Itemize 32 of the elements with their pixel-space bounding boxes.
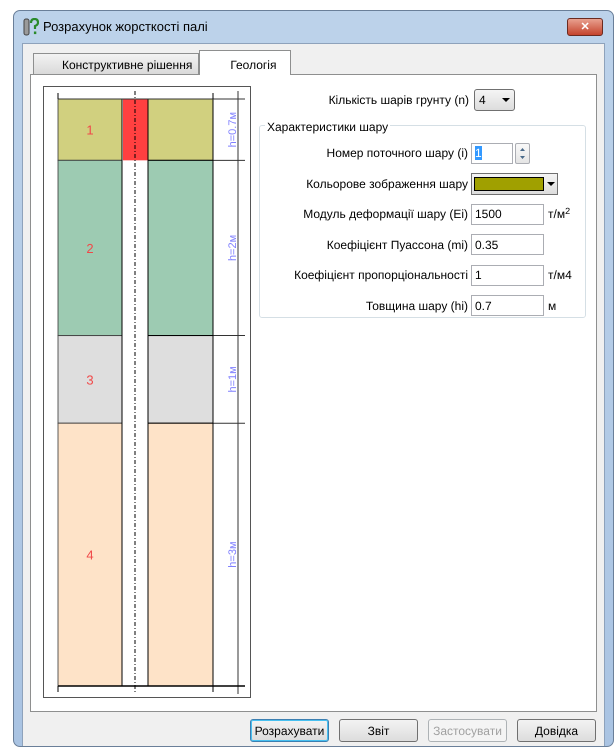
dialog-button[interactable]: Довідка [517,719,596,742]
layer-number: 4 [86,548,94,563]
field-label: Кольорове зображення шару [305,176,468,193]
layer-number: 2 [86,240,94,256]
field-label: Товщина шару (hi) [364,298,468,315]
layer-count-dropdown[interactable]: 4 [474,89,515,111]
layer-height-label: h=0.7м [227,112,239,148]
layer-height-label: h=3м [227,541,239,568]
layer-height-label: h=1м [227,366,239,392]
unit-label: т/м4 [548,267,573,284]
input-field[interactable]: 1500 [471,204,544,225]
field-label: Коефіцієнт Пуассона (mi) [326,236,468,254]
input-field[interactable]: 0.35 [471,234,544,256]
app-icon [23,18,39,36]
dialog-button[interactable]: Звіт [339,719,418,742]
dialog-button[interactable]: Розрахувати [250,719,329,742]
spin-buttons[interactable] [515,142,530,164]
field-label: Кількість шарів грунту (n) [328,92,469,109]
field-label: Модуль деформації шару (Ei) [302,206,468,224]
input-field[interactable]: 1 [471,264,544,286]
field-label: Номер поточного шару (i) [326,145,468,162]
unit-label: м [548,298,558,315]
tab[interactable]: Геологія [199,50,292,75]
layer-height-label: h=2м [227,234,239,262]
layer-number: 3 [86,372,94,388]
unit-label: т/м$^{2}$ [548,205,572,224]
window-title: Розрахунок жорсткості палі [43,18,208,36]
field-label: Коефіцієнт пропорціональності [293,267,468,284]
tab[interactable]: Конструктивне рішення [33,53,200,74]
color-dropdown[interactable] [471,172,558,195]
layer-number: 1 [86,122,94,138]
input-field[interactable]: 0.7 [471,295,544,316]
